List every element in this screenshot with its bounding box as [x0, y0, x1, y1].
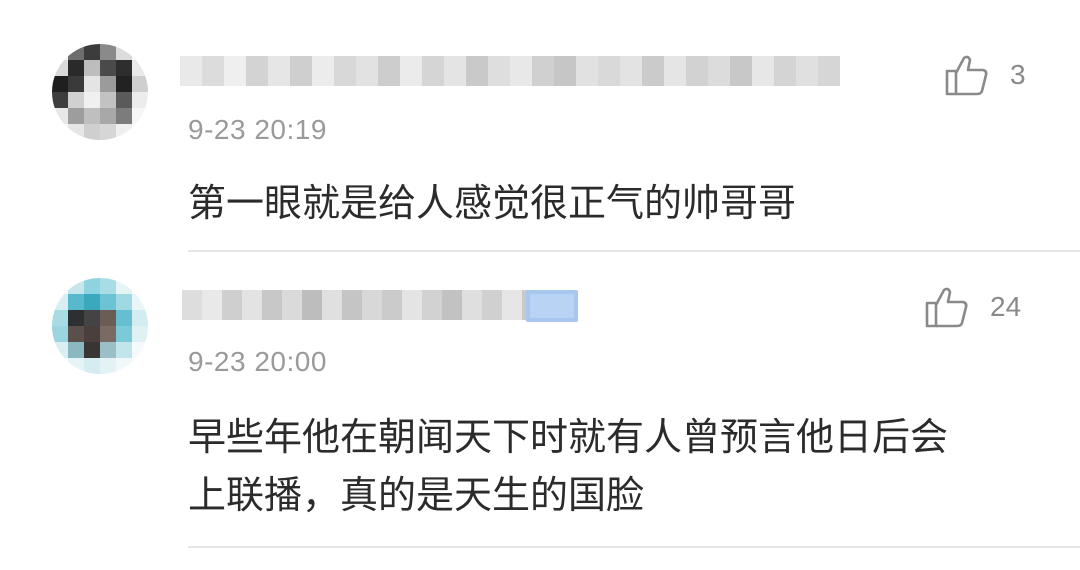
like-button[interactable]: 24 — [924, 284, 1021, 330]
username-blurred[interactable] — [182, 290, 542, 320]
divider — [188, 546, 1080, 548]
user-badge — [526, 290, 578, 322]
like-count: 24 — [990, 291, 1022, 322]
comment-timestamp: 9-23 20:00 — [188, 346, 327, 377]
comment-text-line: 上联播，真的是天生的国脸 — [188, 473, 645, 517]
comment-text: 早些年他在朝闻天下时就有人曾预言他日后会 上联播，真的是天生的国脸 — [188, 408, 1048, 524]
comment-item — [0, 0, 1080, 300]
comment-list: 9-23 20:19 第一眼就是给人感觉很正气的帅哥哥 3 9-23 20:00… — [0, 0, 1080, 570]
thumbs-up-icon — [925, 287, 968, 328]
comment-text-line: 早些年他在朝闻天下时就有人曾预言他日后会 — [188, 415, 949, 459]
avatar[interactable] — [52, 278, 148, 374]
